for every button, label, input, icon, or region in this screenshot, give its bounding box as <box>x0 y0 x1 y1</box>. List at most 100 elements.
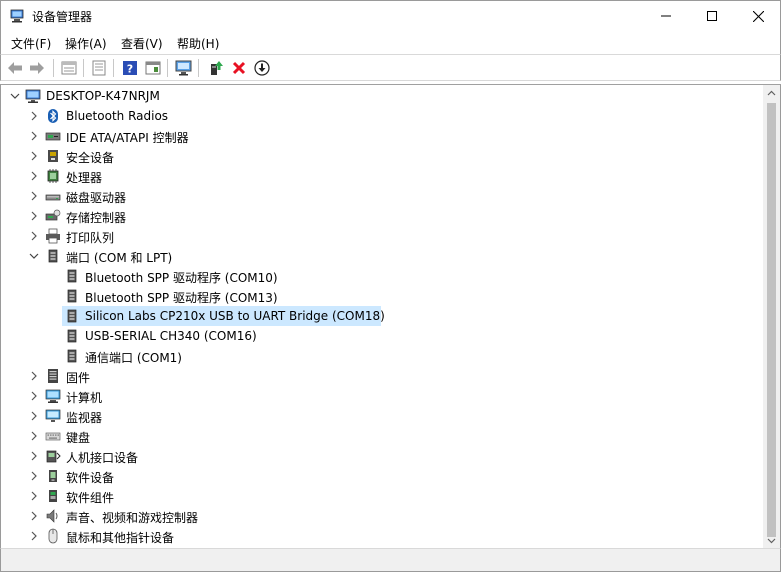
vertical-scrollbar[interactable] <box>763 85 780 548</box>
enable-device-icon <box>211 61 223 75</box>
window-title: 设备管理器 <box>32 10 93 24</box>
software-device-icon <box>49 470 57 482</box>
uninstall-button[interactable] <box>229 58 249 78</box>
tree-category[interactable]: 打印队列 <box>1 226 761 246</box>
help-button[interactable]: ? <box>120 58 140 78</box>
tree-category[interactable]: 存储控制器 <box>1 206 761 226</box>
update-button[interactable] <box>89 58 109 78</box>
menu-help[interactable]: 帮助(H) <box>177 35 219 52</box>
tree-device[interactable]: Bluetooth SPP 驱动程序 (COM13) <box>1 286 761 306</box>
tree-category-label: 鼠标和其他指针设备 <box>66 531 175 545</box>
tree-category-label: 声音、视频和游戏控制器 <box>66 511 199 525</box>
maximize-button[interactable] <box>689 1 735 31</box>
close-icon <box>752 10 764 22</box>
back-icon <box>8 62 22 74</box>
tree-category[interactable]: 软件设备 <box>1 466 761 486</box>
tree-category[interactable]: IDE ATA/ATAPI 控制器 <box>1 126 761 146</box>
scroll-down-icon[interactable] <box>767 536 776 545</box>
tree-category[interactable]: 人机接口设备 <box>1 446 761 466</box>
forward-button[interactable] <box>27 58 47 78</box>
scan-hardware-icon <box>175 60 192 76</box>
back-button[interactable] <box>5 58 25 78</box>
tree-device-label: Bluetooth SPP 驱动程序 (COM13) <box>85 291 278 305</box>
tree-category[interactable]: 键盘 <box>1 426 761 446</box>
tree-category-label: 端口 (COM 和 LPT) <box>66 251 173 265</box>
help-icon: ? <box>123 61 137 76</box>
chevron-right-icon[interactable] <box>29 411 39 421</box>
port-device-icon <box>67 289 77 303</box>
tree-device-label: 通信端口 (COM1) <box>85 351 182 365</box>
chevron-right-icon[interactable] <box>29 131 39 141</box>
tree-category[interactable]: 处理器 <box>1 166 761 186</box>
tree-category[interactable]: 端口 (COM 和 LPT) <box>1 246 761 266</box>
processor-icon <box>47 169 59 183</box>
sound-icon <box>46 509 58 523</box>
chevron-right-icon[interactable] <box>29 151 39 161</box>
tree-category-label: 处理器 <box>66 171 103 185</box>
chevron-right-icon[interactable] <box>29 111 39 121</box>
download-driver-button[interactable] <box>252 58 272 78</box>
tree-category-label: 人机接口设备 <box>66 451 139 465</box>
menu-view[interactable]: 查看(V) <box>121 35 163 52</box>
close-button[interactable] <box>735 1 781 31</box>
tree-category[interactable]: 声音、视频和游戏控制器 <box>1 506 761 526</box>
tree-category[interactable]: 安全设备 <box>1 146 761 166</box>
chevron-right-icon[interactable] <box>29 391 39 401</box>
tree-category[interactable]: 计算机 <box>1 386 761 406</box>
properties-button[interactable] <box>59 58 79 78</box>
chevron-right-icon[interactable] <box>29 491 39 501</box>
chevron-right-icon[interactable] <box>29 511 39 521</box>
tree-category[interactable]: 固件 <box>1 366 761 386</box>
firmware-icon <box>48 369 58 383</box>
menu-file[interactable]: 文件(F) <box>11 35 51 52</box>
tree-category[interactable]: 磁盘驱动器 <box>1 186 761 206</box>
enable-device-button[interactable] <box>206 58 226 78</box>
tree-category-label: 固件 <box>66 371 91 385</box>
scan-hardware-button[interactable] <box>174 58 194 78</box>
tree-category[interactable]: 监视器 <box>1 406 761 426</box>
menu-bar: 文件(F) 操作(A) 查看(V) 帮助(H) <box>0 31 781 54</box>
chevron-right-icon[interactable] <box>29 451 39 461</box>
storage-controller-icon <box>45 209 61 221</box>
tree-device[interactable]: Silicon Labs CP210x USB to UART Bridge (… <box>1 306 761 326</box>
device-tree[interactable]: DESKTOP-K47NRJM Bluetooth Radios IDE ATA/… <box>0 84 781 548</box>
tree-device[interactable]: Bluetooth SPP 驱动程序 (COM10) <box>1 266 761 286</box>
chevron-right-icon[interactable] <box>29 471 39 481</box>
scroll-up-icon[interactable] <box>767 89 776 98</box>
chevron-right-icon[interactable] <box>29 531 39 541</box>
tree-category[interactable]: 软件组件 <box>1 486 761 506</box>
tree-device-label: Silicon Labs CP210x USB to UART Bridge (… <box>85 309 385 323</box>
view-button[interactable] <box>143 58 163 78</box>
download-driver-icon <box>254 60 270 76</box>
maximize-icon <box>707 11 717 21</box>
tree-device-label: USB-SERIAL CH340 (COM16) <box>85 329 257 343</box>
keyboard-icon <box>45 432 61 441</box>
chevron-down-icon[interactable] <box>10 91 20 101</box>
tree-category-label: 安全设备 <box>66 151 115 165</box>
tree-category[interactable]: Bluetooth Radios <box>1 106 761 126</box>
tree-category[interactable]: 鼠标和其他指针设备 <box>1 526 761 546</box>
port-device-icon <box>67 309 77 323</box>
chevron-right-icon[interactable] <box>29 431 39 441</box>
tree-category-label: 计算机 <box>66 391 103 405</box>
menu-action[interactable]: 操作(A) <box>65 35 107 52</box>
port-icon <box>48 249 58 263</box>
chevron-down-icon[interactable] <box>29 251 39 261</box>
forward-icon <box>30 62 44 74</box>
minimize-icon <box>661 15 671 17</box>
minimize-button[interactable] <box>643 1 689 31</box>
scrollbar-thumb[interactable] <box>767 103 776 537</box>
disk-drive-icon <box>45 194 61 201</box>
tree-category-label: 软件组件 <box>66 491 115 505</box>
tree-device[interactable]: USB-SERIAL CH340 (COM16) <box>1 326 761 346</box>
tree-category-label: Bluetooth Radios <box>66 109 169 123</box>
chevron-right-icon[interactable] <box>29 191 39 201</box>
chevron-right-icon[interactable] <box>29 171 39 181</box>
chevron-right-icon[interactable] <box>29 211 39 221</box>
tree-category-label: 键盘 <box>66 431 91 445</box>
tree-root[interactable]: DESKTOP-K47NRJM <box>1 86 761 106</box>
chevron-right-icon[interactable] <box>29 371 39 381</box>
tree-device[interactable]: 通信端口 (COM1) <box>1 346 761 366</box>
tree-category-label: 存储控制器 <box>66 211 127 225</box>
chevron-right-icon[interactable] <box>29 231 39 241</box>
